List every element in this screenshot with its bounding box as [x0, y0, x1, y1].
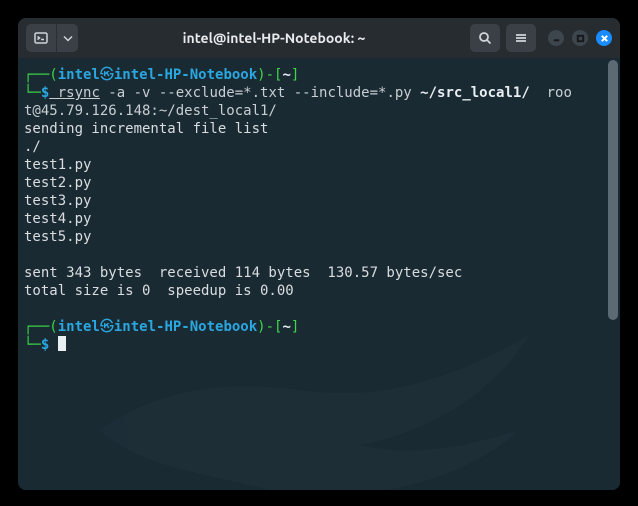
- window-controls: [548, 30, 612, 46]
- titlebar: intel@intel-HP-Notebook: ~: [18, 18, 620, 58]
- maximize-icon: [576, 34, 585, 43]
- minimize-icon: [552, 34, 561, 43]
- out-line: sent 343 bytes received 114 bytes 130.57…: [24, 265, 462, 281]
- prompt-user: intel: [58, 67, 100, 83]
- prompt2-dollar: $: [41, 337, 49, 353]
- maximize-button[interactable]: [572, 30, 588, 46]
- titlebar-left: [26, 24, 78, 52]
- window-title: intel@intel-HP-Notebook: ~: [84, 30, 464, 46]
- prompt2-user: intel: [58, 319, 100, 335]
- out-line: sending incremental file list: [24, 121, 268, 137]
- terminal-output: ┌──(intel㉿intel-HP-Notebook)-[~] └─$ rsy…: [18, 58, 620, 362]
- new-tab-button-group[interactable]: [26, 24, 78, 52]
- out-line: test2.py: [24, 175, 91, 191]
- terminal-icon: [34, 31, 48, 45]
- prompt-host: intel-HP-Notebook: [114, 67, 257, 83]
- hamburger-icon: [514, 31, 528, 45]
- close-button[interactable]: [596, 30, 612, 46]
- out-line: test1.py: [24, 157, 91, 173]
- prompt-corner-bottom: └─: [24, 85, 41, 101]
- out-line: test3.py: [24, 193, 91, 209]
- prompt2-at: ㉿: [100, 319, 114, 335]
- cmd-src-path: ~/src_local1/: [420, 85, 530, 101]
- prompt2-close-bracket: ]: [291, 319, 299, 335]
- cmd-args-2: roo: [530, 85, 572, 101]
- cmd-name: rsync: [49, 85, 100, 101]
- terminal-body[interactable]: ┌──(intel㉿intel-HP-Notebook)-[~] └─$ rsy…: [18, 58, 620, 490]
- prompt-close-bracket: ]: [291, 67, 299, 83]
- close-icon: [600, 34, 609, 43]
- out-line: test4.py: [24, 211, 91, 227]
- prompt2-corner-bottom: └─: [24, 337, 41, 353]
- cmd-wrap-line: t@45.79.126.148:~/dest_local1/: [24, 103, 277, 119]
- cursor: [58, 336, 66, 351]
- chevron-down-icon: [61, 31, 75, 45]
- out-line: total size is 0 speedup is 0.00: [24, 283, 294, 299]
- prompt-at: ㉿: [100, 67, 114, 83]
- out-line: ./: [24, 139, 41, 155]
- prompt-corner-top: ┌──(: [24, 67, 58, 83]
- prompt2-close-user: )-[: [257, 319, 282, 335]
- prompt-close-user: )-[: [257, 67, 282, 83]
- cmd-args-1: -a -v --exclude=*.txt --include=*.py: [100, 85, 420, 101]
- scrollbar-thumb[interactable]: [608, 60, 618, 320]
- new-tab-button[interactable]: [26, 24, 56, 52]
- terminal-window: intel@intel-HP-Notebook: ~: [18, 18, 620, 490]
- search-button[interactable]: [470, 24, 500, 52]
- new-tab-dropdown[interactable]: [56, 24, 78, 52]
- prompt-cwd: ~: [282, 67, 290, 83]
- titlebar-right: [470, 24, 612, 52]
- prompt2-host: intel-HP-Notebook: [114, 319, 257, 335]
- minimize-button[interactable]: [548, 30, 564, 46]
- menu-button[interactable]: [506, 24, 536, 52]
- prompt2-corner-top: ┌──(: [24, 319, 58, 335]
- search-icon: [478, 31, 492, 45]
- prompt2-cwd: ~: [282, 319, 290, 335]
- out-line: test5.py: [24, 229, 91, 245]
